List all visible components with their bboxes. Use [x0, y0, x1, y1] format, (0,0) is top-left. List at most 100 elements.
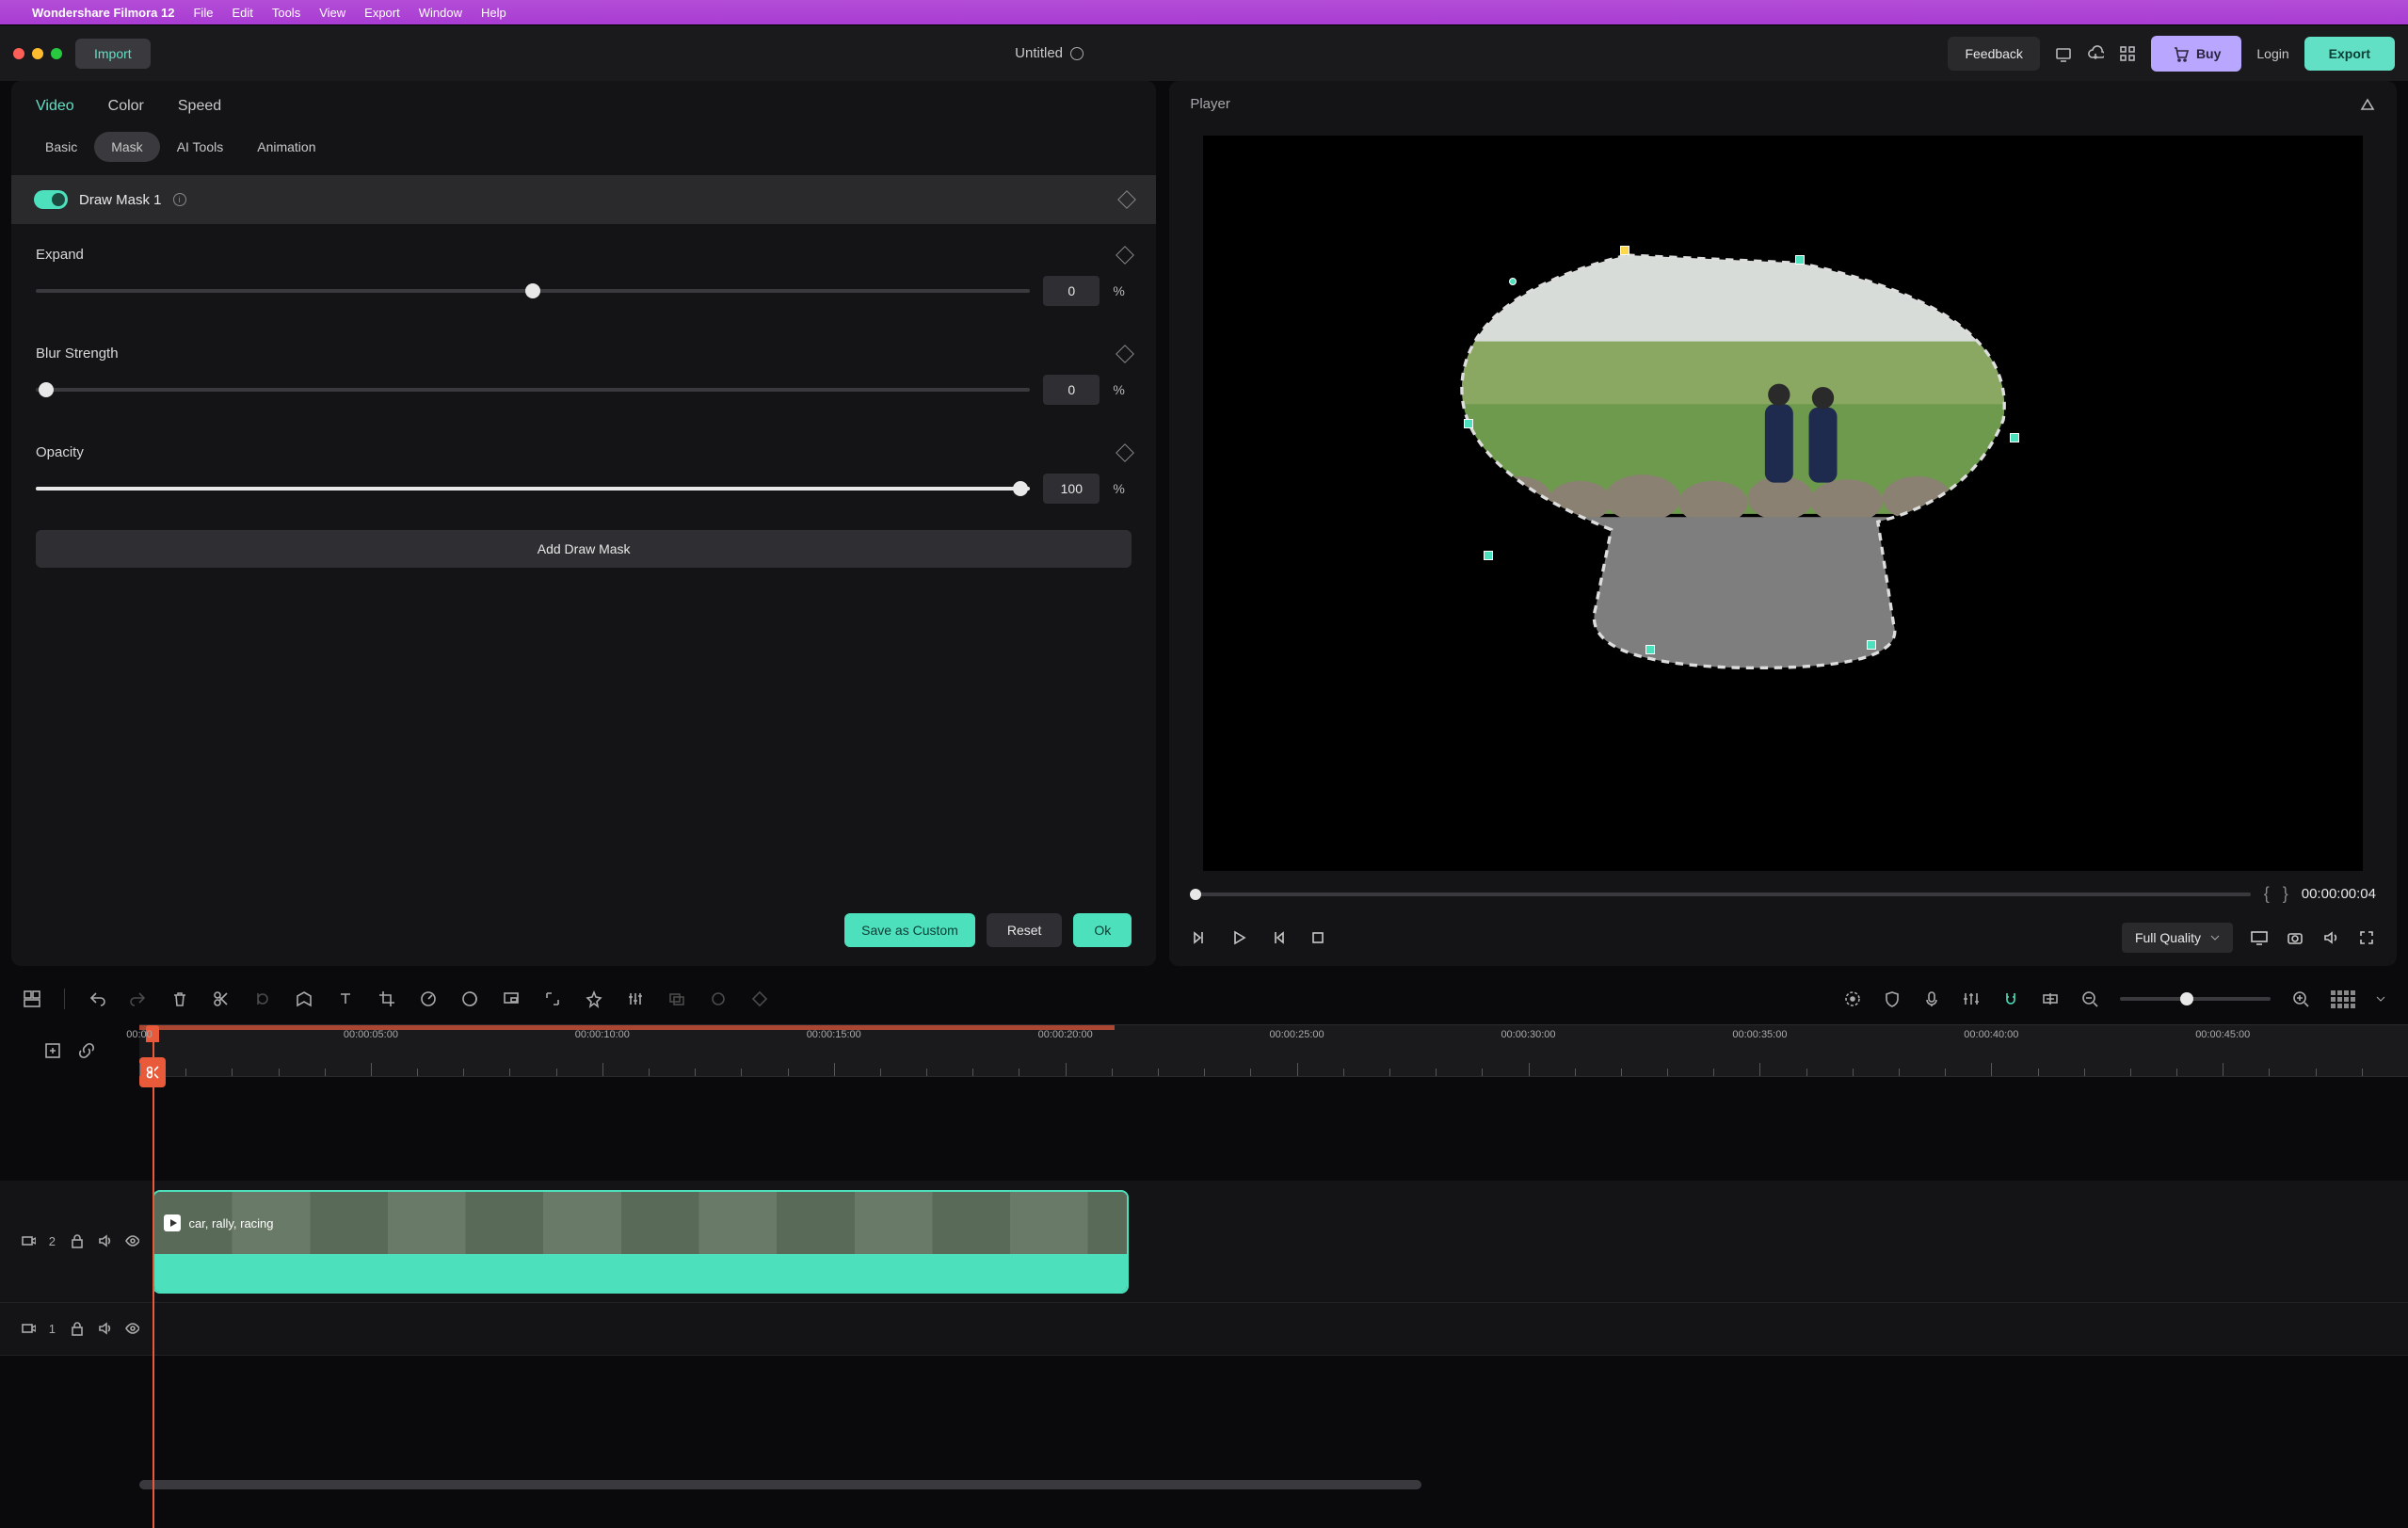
mask-enable-toggle[interactable] [34, 190, 68, 209]
quality-select[interactable]: Full Quality [2122, 923, 2233, 953]
subtab-mask[interactable]: Mask [94, 132, 159, 162]
close-window-icon[interactable] [13, 48, 24, 59]
menu-window[interactable]: Window [419, 6, 462, 20]
text-icon[interactable] [336, 989, 355, 1008]
minimize-window-icon[interactable] [32, 48, 43, 59]
opacity-slider[interactable] [36, 487, 1030, 491]
mute-icon[interactable] [97, 1232, 112, 1251]
magnet-icon[interactable] [2001, 989, 2020, 1008]
expand-keyframe-icon[interactable] [1116, 246, 1134, 265]
menu-export[interactable]: Export [364, 6, 400, 20]
volume-icon[interactable] [2321, 928, 2340, 947]
display-icon[interactable] [2055, 45, 2072, 62]
login-link[interactable]: Login [2256, 46, 2288, 61]
blur-slider[interactable] [36, 388, 1030, 392]
mark-in-icon[interactable]: { [2264, 884, 2270, 904]
voiceover-icon[interactable] [1922, 989, 1941, 1008]
expand-slider[interactable] [36, 289, 1030, 293]
next-frame-icon[interactable] [1269, 928, 1288, 947]
track-add-icon[interactable] [43, 1041, 62, 1060]
color-icon[interactable] [460, 989, 479, 1008]
app-name[interactable]: Wondershare Filmora 12 [32, 6, 174, 20]
menu-view[interactable]: View [319, 6, 345, 20]
add-track-icon[interactable] [2041, 989, 2060, 1008]
keyframe-icon[interactable] [1117, 190, 1136, 209]
save-status-icon[interactable] [1070, 47, 1084, 60]
render-icon[interactable] [1843, 989, 1862, 1008]
crop-icon[interactable] [377, 989, 396, 1008]
track-2-body[interactable]: car, rally, racing [139, 1181, 2408, 1302]
effects-icon[interactable] [585, 989, 603, 1008]
prev-frame-icon[interactable] [1190, 928, 1209, 947]
subtab-ai-tools[interactable]: AI Tools [160, 132, 241, 162]
audio-mixer-icon[interactable] [1962, 989, 1981, 1008]
tab-color[interactable]: Color [108, 98, 144, 115]
lock-icon[interactable] [69, 1232, 84, 1251]
mask-point[interactable] [1867, 640, 1876, 650]
add-draw-mask-button[interactable]: Add Draw Mask [36, 530, 1132, 568]
reset-button[interactable]: Reset [987, 913, 1063, 947]
zoom-out-icon[interactable] [2080, 989, 2099, 1008]
progress-thumb[interactable] [1190, 889, 1201, 900]
mute-icon[interactable] [97, 1320, 112, 1339]
opacity-keyframe-icon[interactable] [1116, 443, 1134, 462]
visibility-icon[interactable] [124, 1232, 139, 1251]
mask-shape-overlay[interactable] [1412, 232, 2062, 702]
link-icon[interactable] [77, 1041, 96, 1060]
speed-icon[interactable] [419, 989, 438, 1008]
cloud-download-icon[interactable] [2087, 45, 2104, 62]
mask-section-header[interactable]: Draw Mask 1 i [11, 175, 1156, 224]
buy-button[interactable]: Buy [2151, 36, 2241, 72]
marker-icon[interactable] [295, 989, 313, 1008]
keyframe-timeline-icon[interactable] [750, 989, 769, 1008]
timeline-ruler[interactable]: 00:0000:00:05:0000:00:10:0000:00:15:0000… [139, 1024, 2408, 1077]
player-viewport[interactable] [1203, 136, 2363, 871]
zoom-slider[interactable] [2120, 997, 2271, 1001]
layout-icon[interactable] [23, 989, 41, 1008]
fullscreen-icon[interactable] [2357, 928, 2376, 947]
record-icon[interactable] [709, 989, 728, 1008]
save-as-custom-button[interactable]: Save as Custom [844, 913, 975, 947]
lock-icon[interactable] [69, 1320, 84, 1339]
zoom-in-icon[interactable] [2291, 989, 2310, 1008]
play-icon[interactable] [1229, 928, 1248, 947]
mask-point[interactable] [1464, 419, 1473, 428]
subtab-basic[interactable]: Basic [28, 132, 94, 162]
menu-edit[interactable]: Edit [232, 6, 252, 20]
subtab-animation[interactable]: Animation [240, 132, 332, 162]
feedback-button[interactable]: Feedback [1948, 37, 2039, 71]
import-button[interactable]: Import [75, 39, 151, 69]
timeline-view-icon[interactable] [2331, 990, 2355, 1008]
apps-grid-icon[interactable] [2119, 45, 2136, 62]
player-progress-bar[interactable] [1190, 893, 2250, 896]
audio-detach-icon[interactable] [253, 989, 272, 1008]
ok-button[interactable]: Ok [1073, 913, 1132, 947]
video-track-icon[interactable] [21, 1232, 36, 1251]
mask-point[interactable] [2010, 433, 2019, 442]
menu-file[interactable]: File [193, 6, 213, 20]
export-button[interactable]: Export [2304, 37, 2395, 71]
delete-icon[interactable] [170, 989, 189, 1008]
group-icon[interactable] [667, 989, 686, 1008]
mask-point[interactable] [1795, 255, 1805, 265]
timeline-clip[interactable]: car, rally, racing [153, 1190, 1128, 1294]
adjust-icon[interactable] [626, 989, 645, 1008]
mask-point[interactable] [1645, 645, 1655, 654]
stop-icon[interactable] [1308, 928, 1327, 947]
scrollbar-thumb[interactable] [139, 1480, 1421, 1489]
info-icon[interactable]: i [173, 193, 186, 206]
shield-icon[interactable] [1883, 989, 1902, 1008]
visibility-icon[interactable] [124, 1320, 139, 1339]
undo-icon[interactable] [88, 989, 106, 1008]
expand-value[interactable]: 0 [1043, 276, 1100, 306]
menu-tools[interactable]: Tools [272, 6, 300, 20]
playhead[interactable] [153, 1025, 154, 1528]
mask-point[interactable] [1484, 551, 1493, 560]
player-settings-icon[interactable] [2359, 96, 2376, 113]
tab-speed[interactable]: Speed [178, 98, 221, 115]
split-icon[interactable] [212, 989, 231, 1008]
blur-value[interactable]: 0 [1043, 375, 1100, 405]
expand-icon[interactable] [543, 989, 562, 1008]
maximize-window-icon[interactable] [51, 48, 62, 59]
track-1-body[interactable] [139, 1303, 2408, 1355]
